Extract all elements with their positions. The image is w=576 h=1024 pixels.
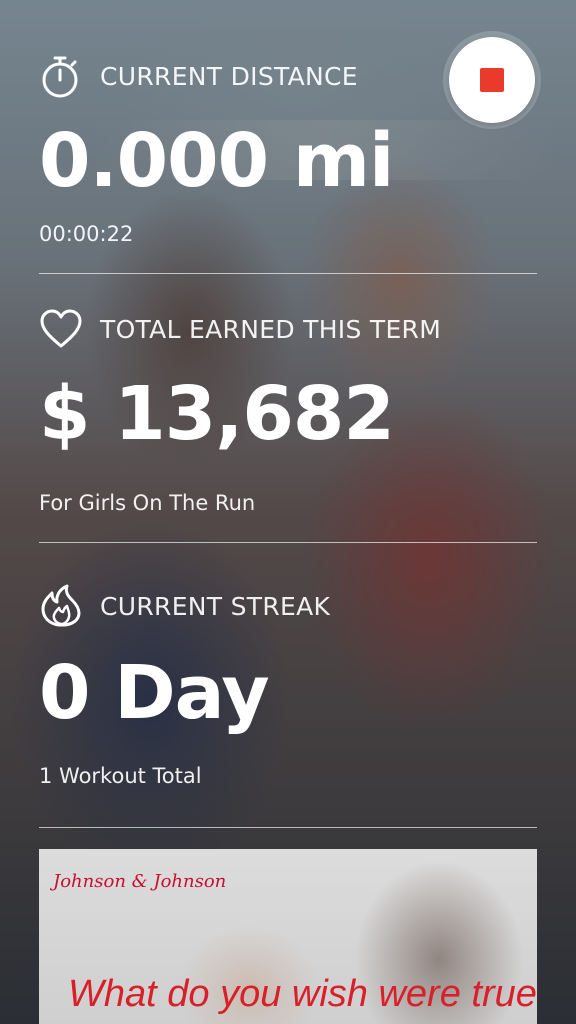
divider <box>39 542 537 543</box>
earnings-cause: For Girls On The Run <box>39 491 256 515</box>
sponsor-logo: Johnson & Johnson <box>53 871 227 892</box>
distance-label: CURRENT DISTANCE <box>100 61 358 91</box>
earnings-label: TOTAL EARNED THIS TERM <box>100 314 442 344</box>
elapsed-time: 00:00:22 <box>39 222 134 246</box>
divider <box>39 273 537 274</box>
workout-count: 1 Workout Total <box>39 764 202 788</box>
ad-tagline: What do you wish were true <box>68 973 537 1015</box>
heart-icon <box>39 307 83 351</box>
streak-section: CURRENT STREAK 0 Day 1 Workout Total <box>39 584 537 788</box>
streak-label: CURRENT STREAK <box>100 591 331 621</box>
flame-icon <box>39 584 83 628</box>
earnings-section: TOTAL EARNED THIS TERM $ 13,682 For Girl… <box>39 307 537 515</box>
earnings-value: $ 13,682 <box>39 371 395 457</box>
streak-value: 0 Day <box>39 650 270 736</box>
divider <box>39 827 537 828</box>
distance-section: CURRENT DISTANCE 0.000 mi 00:00:22 <box>39 54 537 246</box>
sponsor-ad-banner[interactable]: Johnson & Johnson What do you wish were … <box>39 849 537 1024</box>
stopwatch-icon <box>39 54 83 98</box>
distance-value: 0.000 mi <box>39 118 394 204</box>
